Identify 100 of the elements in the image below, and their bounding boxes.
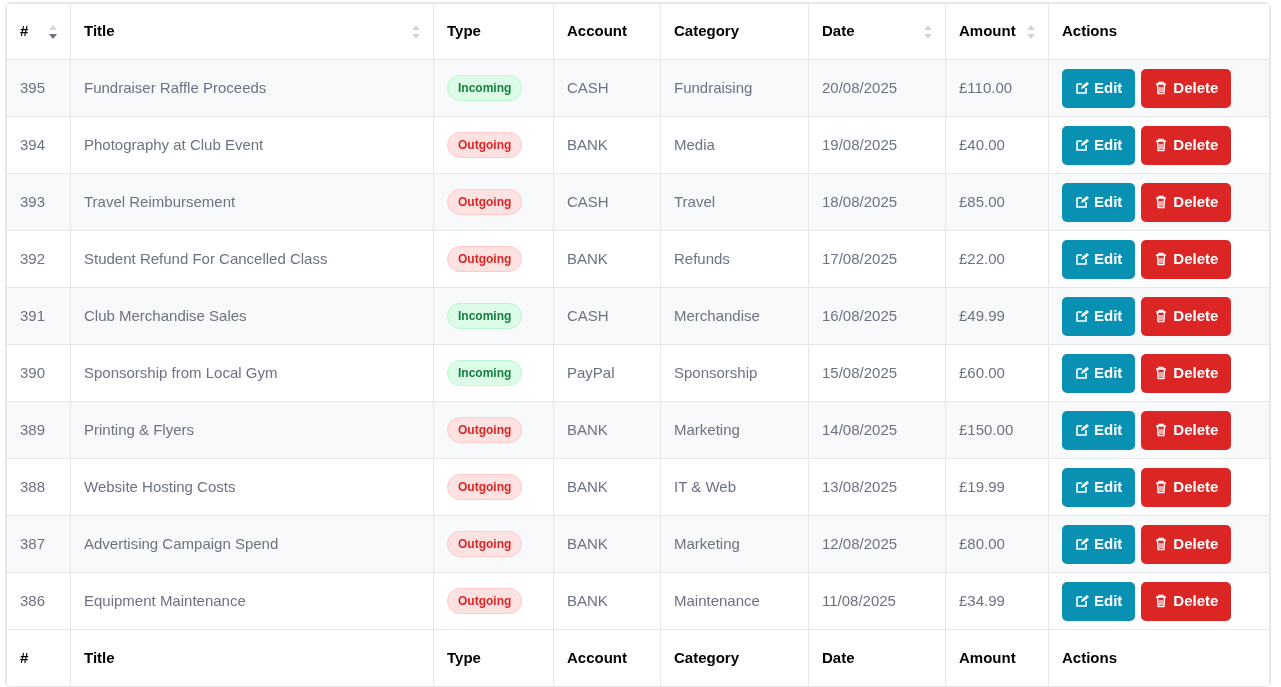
edit-button[interactable]: Edit [1062, 239, 1136, 279]
amount-text: £80.00 [959, 534, 1005, 552]
trash-icon [1154, 309, 1169, 323]
category-name: Fundraising [674, 78, 753, 96]
type-badge: Outgoing [447, 531, 523, 557]
row-number: 393 [20, 192, 46, 210]
column-footer: Title [84, 648, 115, 666]
account-name: PayPal [567, 363, 615, 381]
amount-text: £85.00 [959, 192, 1005, 210]
transaction-title: Website Hosting Costs [84, 477, 236, 495]
delete-button[interactable]: Delete [1141, 296, 1232, 336]
type-badge: Outgoing [447, 417, 523, 443]
edit-icon [1075, 537, 1089, 551]
column-header[interactable]: Title [84, 20, 115, 43]
edit-button[interactable]: Edit [1062, 353, 1136, 393]
amount-text: £49.99 [959, 306, 1005, 324]
delete-button[interactable]: Delete [1141, 68, 1232, 108]
date-text: 11/08/2025 [822, 591, 896, 609]
row-number: 392 [20, 249, 46, 267]
row-number: 388 [20, 477, 46, 495]
column-footer: Amount [959, 648, 1016, 666]
edit-button[interactable]: Edit [1062, 524, 1136, 564]
date-text: 13/08/2025 [822, 477, 898, 495]
trash-icon [1154, 138, 1169, 152]
date-text: 17/08/2025 [822, 249, 898, 267]
category-name: Refunds [674, 249, 730, 267]
transaction-title: Student Refund For Cancelled Class [84, 249, 328, 267]
amount-text: £22.00 [959, 249, 1005, 267]
type-badge: Outgoing [447, 246, 523, 272]
type-badge: Incoming [447, 360, 523, 386]
delete-button[interactable]: Delete [1141, 182, 1232, 222]
trash-icon [1154, 537, 1169, 551]
trash-icon [1154, 480, 1169, 494]
transaction-title: Advertising Campaign Spend [84, 534, 279, 552]
transaction-title: Fundraiser Raffle Proceeds [84, 78, 267, 96]
trash-icon [1154, 366, 1169, 380]
transaction-title: Sponsorship from Local Gym [84, 363, 278, 381]
column-header: Category [674, 21, 740, 42]
column-header[interactable]: Date [822, 20, 855, 43]
edit-icon [1075, 309, 1089, 323]
trash-icon [1154, 252, 1169, 266]
type-badge: Outgoing [447, 474, 523, 500]
edit-icon [1075, 423, 1089, 437]
sort-icon[interactable] [49, 23, 57, 40]
category-name: Merchandise [674, 306, 760, 324]
edit-icon [1075, 366, 1089, 380]
row-number: 390 [20, 363, 46, 381]
transaction-title: Equipment Maintenance [84, 591, 246, 609]
trash-icon [1154, 195, 1169, 209]
category-name: Marketing [674, 534, 740, 552]
delete-button[interactable]: Delete [1141, 410, 1232, 450]
delete-button[interactable]: Delete [1141, 125, 1232, 165]
column-footer: Type [447, 648, 481, 666]
edit-button[interactable]: Edit [1062, 125, 1136, 165]
transaction-title: Club Merchandise Sales [84, 306, 247, 324]
row-number: 387 [20, 534, 46, 552]
account-name: CASH [567, 192, 609, 210]
amount-text: £40.00 [959, 135, 1005, 153]
column-footer: Actions [1062, 648, 1117, 666]
edit-button[interactable]: Edit [1062, 182, 1136, 222]
type-badge: Incoming [447, 75, 523, 101]
type-badge: Incoming [447, 303, 523, 329]
date-text: 14/08/2025 [822, 420, 898, 438]
account-name: BANK [567, 135, 608, 153]
category-name: Marketing [674, 420, 740, 438]
date-text: 18/08/2025 [822, 192, 898, 210]
delete-button[interactable]: Delete [1141, 467, 1232, 507]
row-number: 386 [20, 591, 46, 609]
category-name: IT & Web [674, 477, 736, 495]
edit-icon [1075, 480, 1089, 494]
delete-button[interactable]: Delete [1141, 581, 1232, 621]
account-name: BANK [567, 249, 608, 267]
edit-button[interactable]: Edit [1062, 581, 1136, 621]
delete-button[interactable]: Delete [1141, 239, 1232, 279]
row-number: 394 [20, 135, 46, 153]
amount-text: £150.00 [959, 420, 1014, 438]
transaction-title: Photography at Club Event [84, 135, 264, 153]
delete-button[interactable]: Delete [1141, 524, 1232, 564]
category-name: Media [674, 135, 715, 153]
edit-button[interactable]: Edit [1062, 68, 1136, 108]
column-footer: # [20, 648, 29, 666]
edit-icon [1075, 138, 1089, 152]
category-name: Sponsorship [674, 363, 758, 381]
row-number: 389 [20, 420, 46, 438]
column-header[interactable]: # [20, 20, 29, 43]
edit-button[interactable]: Edit [1062, 410, 1136, 450]
type-badge: Outgoing [447, 132, 523, 158]
amount-text: £34.99 [959, 591, 1005, 609]
delete-button[interactable]: Delete [1141, 353, 1232, 393]
type-badge: Outgoing [447, 588, 523, 614]
column-footer: Account [567, 648, 627, 666]
account-name: CASH [567, 306, 609, 324]
account-name: CASH [567, 78, 609, 96]
date-text: 19/08/2025 [822, 135, 898, 153]
trash-icon [1154, 594, 1169, 608]
amount-text: £110.00 [959, 78, 1013, 96]
edit-icon [1075, 195, 1089, 209]
edit-button[interactable]: Edit [1062, 467, 1136, 507]
edit-button[interactable]: Edit [1062, 296, 1136, 336]
column-header: Type [447, 21, 481, 42]
